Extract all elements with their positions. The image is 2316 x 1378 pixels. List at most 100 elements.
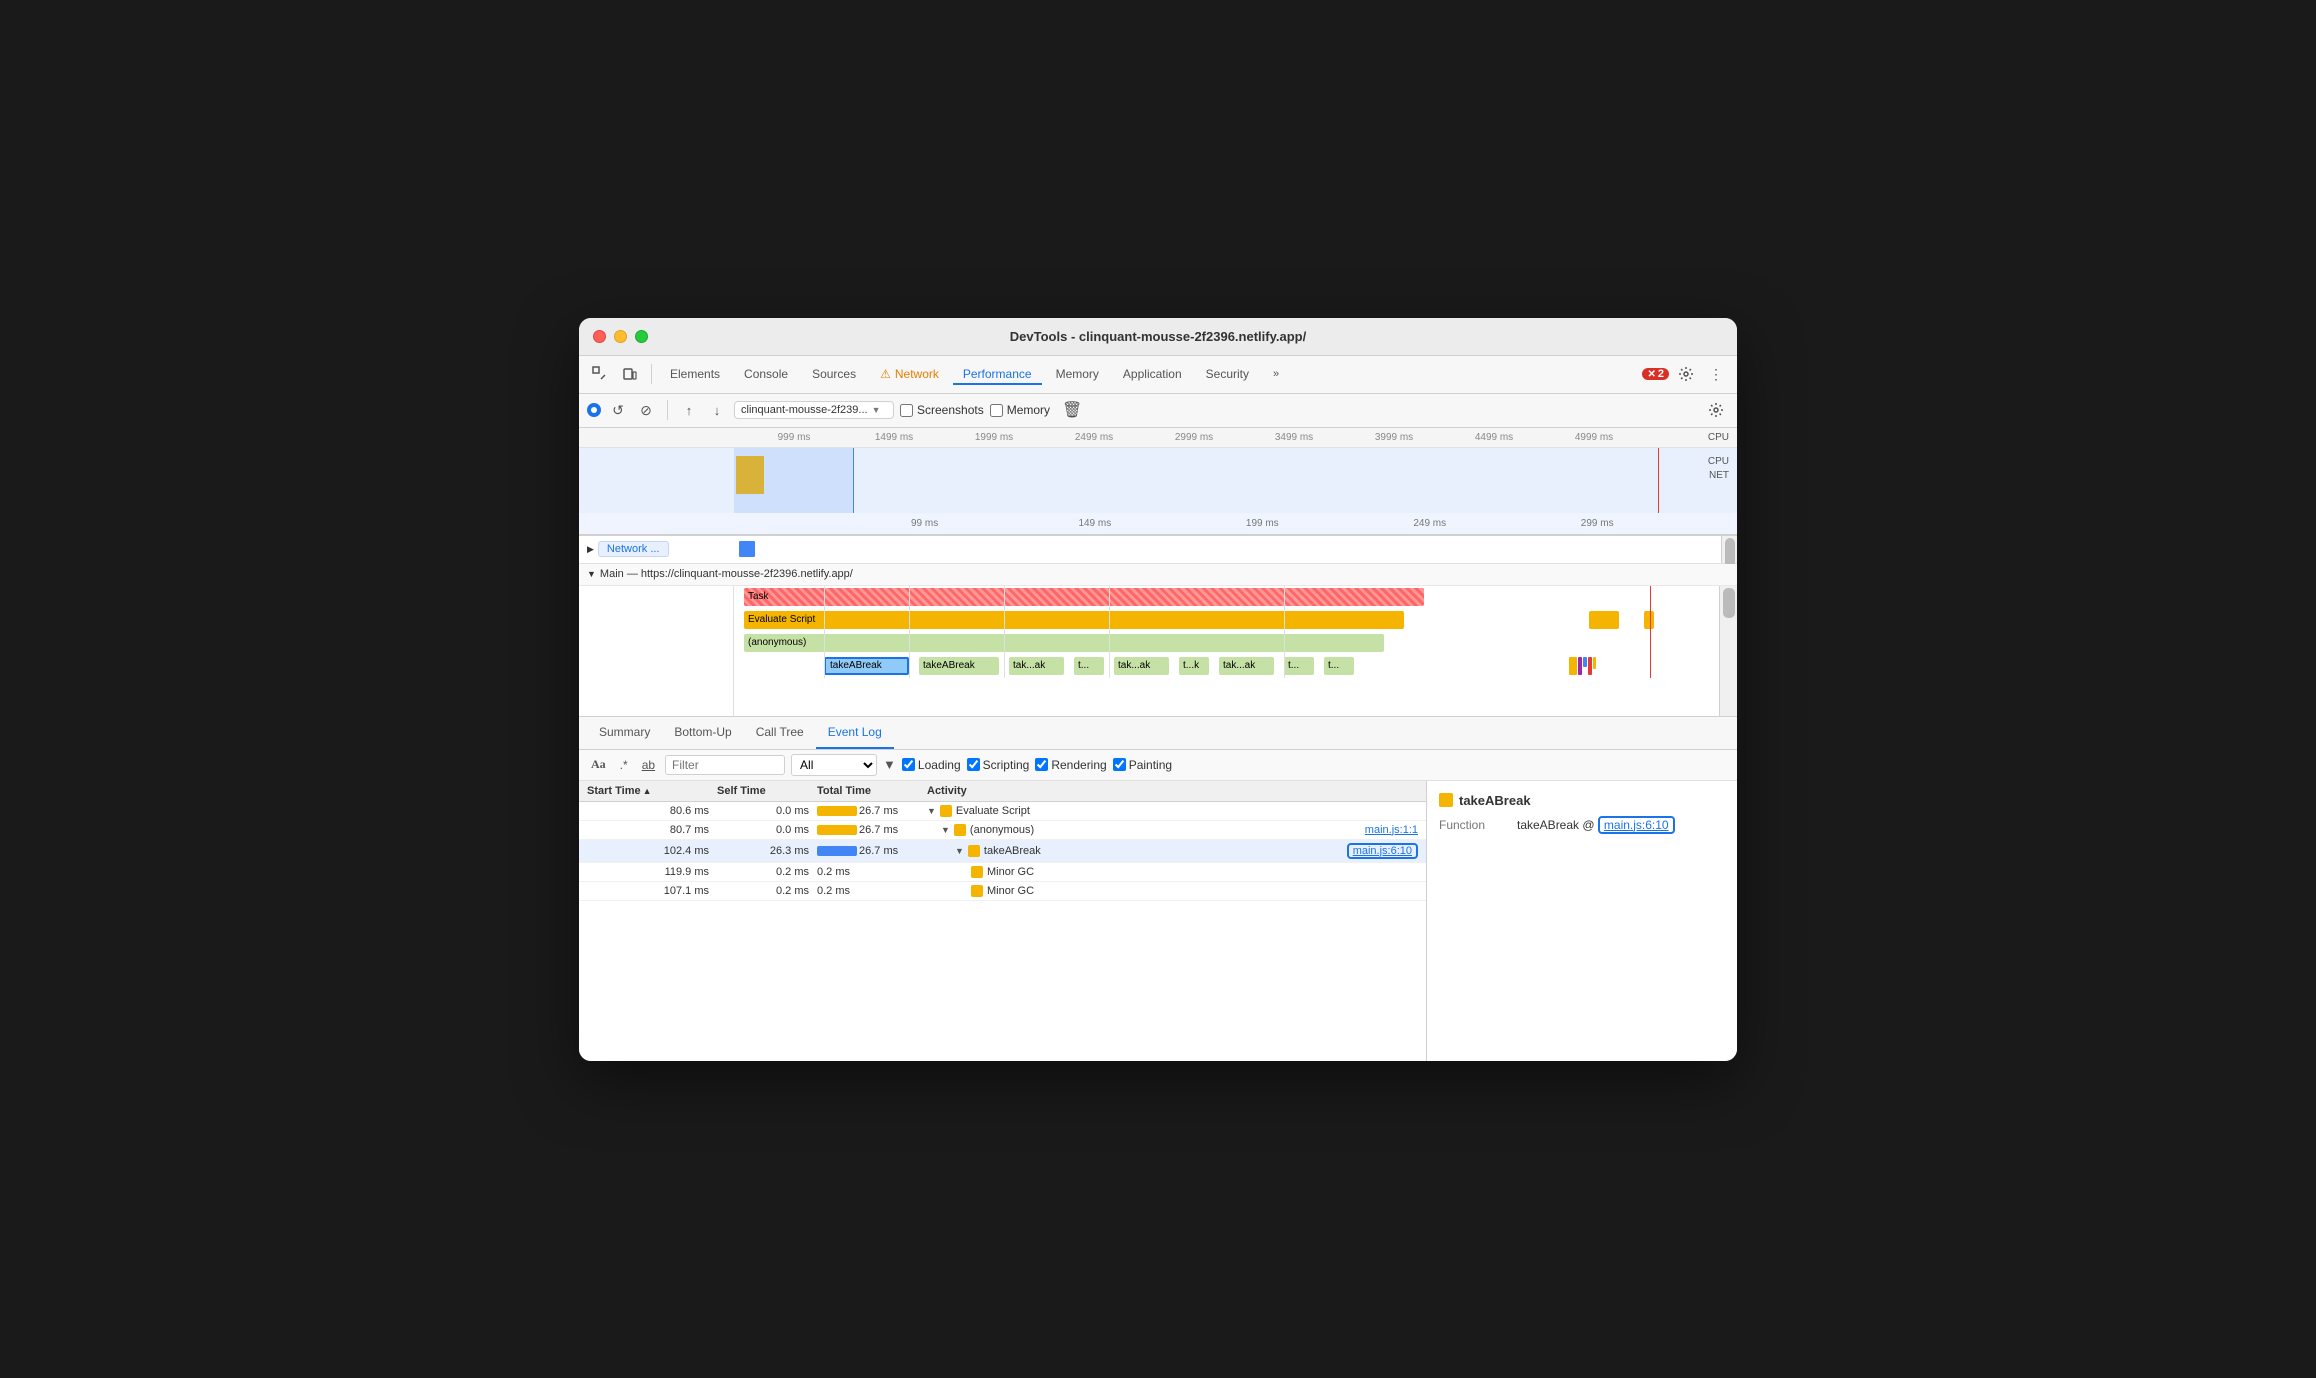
ruler-mark-3999: 3999 ms [1375,432,1413,443]
scripting-checkbox-item[interactable]: Scripting [967,758,1030,772]
function-link[interactable]: main.js:6:10 [1598,816,1675,834]
start-time-cell-4: 119.9 ms [587,866,717,878]
t-block-2[interactable]: t... [1284,657,1314,675]
table-row[interactable]: 80.7 ms 0.0 ms 26.7 ms ▼ (anonymous) mai… [579,821,1426,840]
rendering-checkbox[interactable] [1035,758,1048,771]
tab-memory[interactable]: Memory [1046,363,1109,385]
filter-input[interactable] [665,755,785,775]
more-options-icon[interactable]: ⋮ [1703,361,1729,387]
selection-overlay [734,448,854,513]
tab-application[interactable]: Application [1113,363,1192,385]
download-button[interactable]: ↓ [706,399,728,421]
take-a-break-link[interactable]: main.js:6:10 [1347,843,1418,859]
close-button[interactable] [593,330,606,343]
reload-record-button[interactable]: ↺ [607,399,629,421]
anon-link[interactable]: main.js:1:1 [1365,824,1418,836]
t-block-3[interactable]: t... [1324,657,1354,675]
tab-console[interactable]: Console [734,363,798,385]
th-total-time[interactable]: Total Time [817,785,927,797]
tab-performance[interactable]: Performance [953,363,1042,385]
match-case-icon[interactable]: Aa [587,755,610,774]
task-block[interactable]: Task [744,588,1424,606]
expand-arrow-3[interactable]: ▼ [955,846,964,856]
memory-checkbox[interactable] [990,404,1003,417]
t-k-block[interactable]: t...k [1179,657,1209,675]
table-row[interactable]: 119.9 ms 0.2 ms 0.2 ms Minor GC [579,863,1426,882]
loading-checkbox[interactable] [902,758,915,771]
activity-cell-3: ▼ takeABreak main.js:6:10 [927,843,1418,859]
triangle-down-icon: ▼ [587,569,596,579]
expand-arrow-1[interactable]: ▼ [927,806,936,816]
url-selector[interactable]: clinquant-mousse-2f239... ▼ [734,401,894,419]
take-a-break-block-1[interactable]: takeABreak [919,657,999,675]
memory-checkbox-item[interactable]: Memory [990,403,1050,417]
tak-ak-block-3[interactable]: tak...ak [1219,657,1274,675]
eval-script-small-2 [1644,611,1654,629]
rendering-checkbox-item[interactable]: Rendering [1035,758,1106,772]
whole-word-icon[interactable]: ab [638,756,659,774]
tab-event-log[interactable]: Event Log [816,717,894,749]
tab-security[interactable]: Security [1196,363,1259,385]
tab-summary[interactable]: Summary [587,717,662,749]
inspect-element-icon[interactable] [587,361,613,387]
anonymous-row: (anonymous) [734,632,1719,654]
start-time-cell-2: 80.7 ms [587,824,717,836]
bottom-up-label: Bottom-Up [674,725,731,739]
tab-network[interactable]: ⚠ Network [870,363,949,385]
zoomed-mark-199: 199 ms [1246,518,1279,529]
tab-bottom-up[interactable]: Bottom-Up [662,717,743,749]
total-time-cell-5: 0.2 ms [817,885,927,897]
evaluate-script-block[interactable]: Evaluate Script [744,611,1404,629]
record-button[interactable] [587,403,601,417]
screenshots-checkbox-item[interactable]: Screenshots [900,403,984,417]
clear-button[interactable]: ⊘ [635,399,657,421]
minimize-button[interactable] [614,330,627,343]
total-time-cell-1: 26.7 ms [817,805,927,817]
loading-checkbox-item[interactable]: Loading [902,758,961,772]
expand-arrow-2[interactable]: ▼ [941,825,950,835]
filter-category-select[interactable]: All Loading Scripting Rendering Painting [791,754,877,776]
anonymous-block[interactable]: (anonymous) [744,634,1384,652]
tab-elements[interactable]: Elements [660,363,730,385]
scripting-checkbox[interactable] [967,758,980,771]
t-block-1[interactable]: t... [1074,657,1104,675]
network-bar-1 [739,541,755,557]
dropdown-chevron-icon[interactable]: ▼ [883,757,896,772]
perf-settings-icon[interactable] [1703,397,1729,423]
activity-icon-5 [971,885,983,897]
table-row[interactable]: 80.6 ms 0.0 ms 26.7 ms ▼ Evaluate Script [579,802,1426,821]
activity-name-5: Minor GC [987,885,1034,897]
take-a-break-selected-block[interactable]: takeABreak [824,657,909,675]
t-label-2: t... [1288,660,1299,671]
painting-checkbox-item[interactable]: Painting [1113,758,1172,772]
more-tabs-button[interactable]: » [1263,364,1289,384]
flame-scrollbar[interactable] [1719,586,1737,716]
regex-icon[interactable]: .* [616,756,632,774]
tak-ak-block-2[interactable]: tak...ak [1114,657,1169,675]
tab-call-tree[interactable]: Call Tree [744,717,816,749]
painting-label: Painting [1129,758,1172,772]
upload-button[interactable]: ↑ [678,399,700,421]
screenshots-checkbox[interactable] [900,404,913,417]
main-thread-label-row: ▼ Main — https://clinquant-mousse-2f2396… [579,564,1737,586]
device-toggle-icon[interactable] [617,361,643,387]
maximize-button[interactable] [635,330,648,343]
th-start-time[interactable]: Start Time ▲ [587,785,717,797]
painting-checkbox[interactable] [1113,758,1126,771]
th-activity[interactable]: Activity [927,785,1418,797]
tak-ak-block-1[interactable]: tak...ak [1009,657,1064,675]
right-panel-title: takeABreak [1459,793,1531,808]
settings-icon[interactable] [1673,361,1699,387]
tab-sources[interactable]: Sources [802,363,866,385]
scrollbar-right-1[interactable] [1721,536,1737,563]
evaluate-script-row: Evaluate Script [734,609,1719,631]
take-a-break-selected-label: takeABreak [830,660,882,671]
table-row[interactable]: 107.1 ms 0.2 ms 0.2 ms Minor GC [579,882,1426,901]
elements-label: Elements [670,367,720,381]
table-row[interactable]: 102.4 ms 26.3 ms 26.7 ms ▼ takeABreak ma… [579,840,1426,863]
th-self-time[interactable]: Self Time [717,785,817,797]
timeline-overview[interactable]: CPU NET [579,448,1737,513]
trash-icon[interactable]: 🗑 [1062,400,1082,420]
network-badge-btn[interactable]: Network ... [598,541,669,557]
event-log-label: Event Log [828,725,882,739]
